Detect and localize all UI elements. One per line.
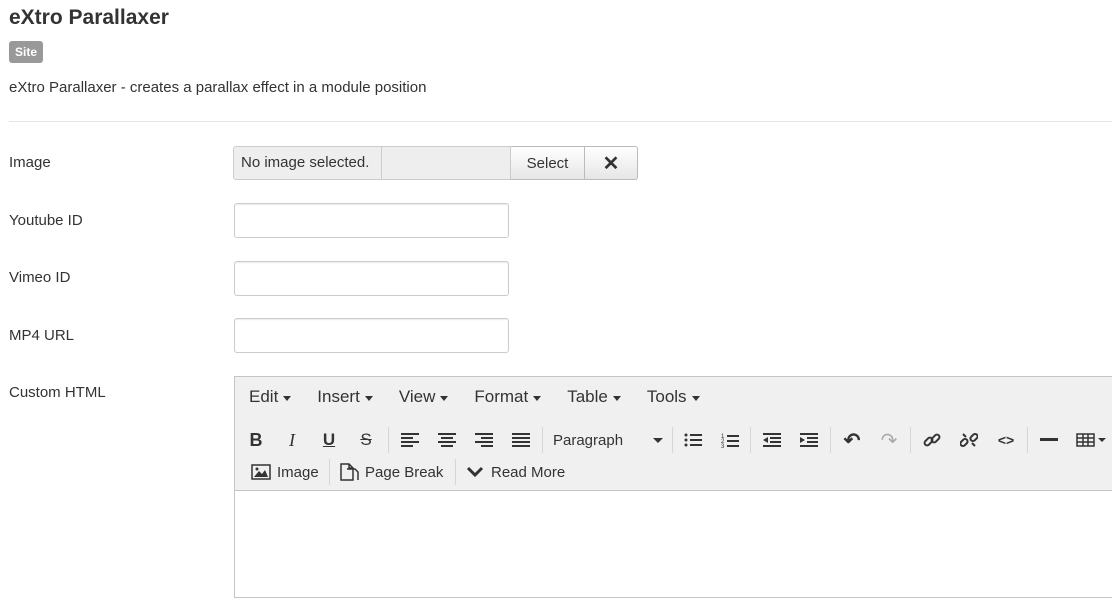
numbered-list-icon[interactable]: 123 (717, 427, 743, 453)
outdent-icon[interactable] (759, 427, 785, 453)
caret-down-icon (364, 395, 373, 401)
align-center-icon[interactable] (434, 427, 460, 453)
page-break-icon (340, 463, 359, 481)
separator (1027, 427, 1028, 453)
separator (910, 427, 911, 453)
divider (9, 121, 1112, 122)
vimeo-id-label: Vimeo ID (9, 269, 71, 286)
strikethrough-icon[interactable]: S (353, 427, 379, 453)
editor-toolbar-area: Edit Insert View Format Table Tools B I … (235, 377, 1112, 491)
wysiwyg-editor: Edit Insert View Format Table Tools B I … (234, 376, 1112, 598)
separator (672, 427, 673, 453)
indent-icon[interactable] (796, 427, 822, 453)
code-icon[interactable]: <> (993, 427, 1019, 453)
italic-icon[interactable]: I (279, 427, 305, 453)
vimeo-id-input[interactable] (234, 261, 509, 296)
caret-down-icon (440, 395, 449, 401)
caret-down-icon (283, 395, 292, 401)
image-label: Image (9, 154, 51, 171)
menu-insert[interactable]: Insert (303, 387, 385, 407)
underline-icon[interactable]: U (316, 427, 342, 453)
menu-view-label: View (398, 387, 436, 406)
editor-menubar: Edit Insert View Format Table Tools (235, 377, 712, 417)
insert-image-label: Image (277, 463, 319, 481)
menu-insert-label: Insert (317, 387, 360, 406)
separator (455, 459, 456, 485)
image-icon (251, 464, 271, 480)
editor-content-area[interactable] (235, 491, 1112, 597)
svg-text:3: 3 (721, 444, 725, 448)
insert-image-button[interactable]: Image (251, 459, 335, 485)
mp4-url-input[interactable] (234, 318, 509, 353)
link-icon[interactable] (919, 427, 945, 453)
separator (830, 427, 831, 453)
menu-format-label: Format (474, 387, 529, 406)
menu-tools-label: Tools (646, 387, 687, 406)
custom-html-label: Custom HTML (9, 384, 106, 401)
menu-table-label: Table (567, 387, 608, 406)
separator (329, 459, 330, 485)
page-break-button[interactable]: Page Break (339, 459, 451, 485)
bold-icon[interactable]: B (243, 427, 269, 453)
menu-edit[interactable]: Edit (235, 387, 303, 407)
youtube-id-label: Youtube ID (9, 212, 83, 229)
align-right-icon[interactable] (471, 427, 497, 453)
site-badge: Site (9, 41, 44, 63)
caret-down-icon (691, 395, 700, 401)
undo-icon[interactable]: ↶ (839, 427, 865, 453)
image-clear-button[interactable]: ✕ (585, 146, 638, 180)
read-more-label: Read More (491, 463, 566, 481)
menu-format[interactable]: Format (460, 387, 553, 407)
format-select-value: Paragraph (553, 431, 624, 449)
caret-down-icon (612, 395, 621, 401)
chevron-down-icon (466, 466, 484, 478)
format-select[interactable]: Paragraph (553, 427, 663, 453)
caret-down-icon (653, 437, 663, 443)
menu-edit-label: Edit (249, 387, 279, 406)
unlink-icon[interactable] (956, 427, 982, 453)
bullet-list-icon[interactable] (680, 427, 706, 453)
close-icon: ✕ (602, 152, 620, 175)
image-media-field: No image selected. Select ✕ (233, 146, 638, 180)
youtube-id-input[interactable] (234, 203, 509, 238)
table-icon[interactable] (1073, 427, 1109, 453)
menu-table[interactable]: Table (553, 387, 633, 407)
menu-tools[interactable]: Tools (633, 387, 712, 407)
mp4-url-label: MP4 URL (9, 327, 75, 344)
page-break-label: Page Break (365, 463, 444, 481)
image-path-field[interactable] (382, 146, 511, 180)
page-title: eXtro Parallaxer (9, 6, 169, 29)
module-description: eXtro Parallaxer - creates a parallax ef… (9, 79, 427, 96)
menu-view[interactable]: View (385, 387, 461, 407)
separator (750, 427, 751, 453)
read-more-button[interactable]: Read More (466, 459, 570, 485)
image-preview-text: No image selected. (233, 146, 382, 180)
separator (542, 427, 543, 453)
redo-icon[interactable]: ↷ (876, 427, 902, 453)
align-justify-icon[interactable] (508, 427, 534, 453)
align-left-icon[interactable] (397, 427, 423, 453)
caret-down-icon (533, 395, 542, 401)
separator (388, 427, 389, 453)
horizontal-rule-icon[interactable] (1036, 427, 1062, 453)
image-select-button[interactable]: Select (511, 146, 585, 180)
